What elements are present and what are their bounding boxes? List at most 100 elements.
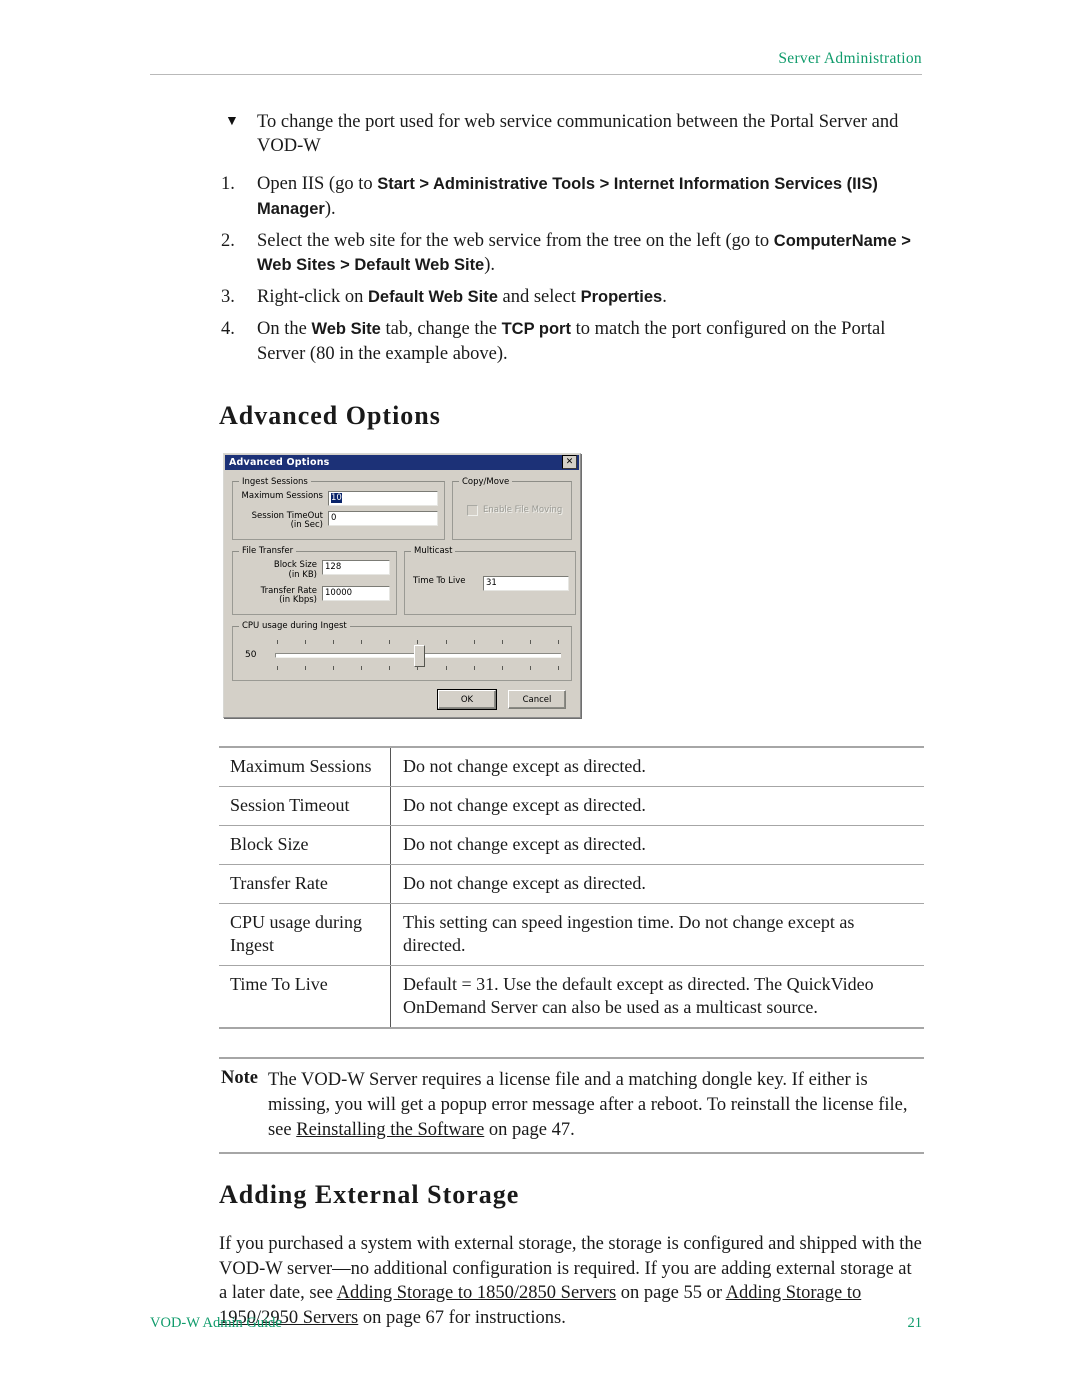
table-cell-setting-name: Block Size [219,825,391,866]
session-timeout-input[interactable]: 0 [328,510,438,526]
cpu-usage-slider-row: 50 [239,635,565,674]
group-multicast-legend: Multicast [414,546,453,557]
slider-tick [501,640,503,645]
table-cell-description: Default = 31. Use the default except as … [390,965,924,1030]
maximum-sessions-value: 10 [331,492,342,503]
table-row: Maximum Sessions Do not change except as … [219,746,924,788]
slider-tick [501,666,503,671]
transfer-rate-input[interactable]: 10000 [322,585,390,601]
table-cell-setting-name: CPU usage during Ingest [219,903,391,967]
task-heading: ▼ To change the port used for web servic… [219,110,924,158]
enable-file-moving-label: Enable File Moving [483,505,563,516]
advanced-options-figure: Advanced Options ✕ Ingest Sessions Maxim… [223,452,583,719]
step-number: 4. [221,319,235,339]
field-maximum-sessions: Maximum Sessions 10 [239,490,438,506]
group-cpu-usage: CPU usage during Ingest 50 [232,621,572,682]
page-running-footer: VOD-W Admin Guide 21 [150,1315,922,1332]
step-text: Select the web site for the web service … [257,231,911,276]
table-row: Time To Live Default = 31. Use the defaul… [219,965,924,1030]
slider-tick [445,666,447,671]
enable-file-moving-row[interactable]: Enable File Moving [467,504,565,516]
group-multicast: Multicast Time To Live 31 [404,546,576,616]
cpu-usage-value: 50 [245,650,257,661]
text-run: and select [497,287,581,308]
slider-tick [277,640,278,645]
page-content: ▼ To change the port used for web servic… [219,110,924,1335]
table-row: Block Size Do not change except as direct… [219,825,924,866]
dialog-title-bar: Advanced Options ✕ [225,454,579,470]
table-cell-description: Do not change except as directed. [390,746,924,788]
text-run: Select the web site for the web service … [257,230,774,251]
step-number: 2. [221,230,235,251]
group-copy-move-legend: Copy/Move [462,476,510,487]
table-cell-setting-name: Session Timeout [219,786,391,827]
table-cell-setting-name: Transfer Rate [219,864,391,905]
page-title-advanced-options: Advanced Options [219,400,441,430]
procedure-step: 3. Right-click on Default Web Site and se… [219,285,924,310]
transfer-rate-label-line2: (in Kbps) [279,595,317,606]
table-cell-description: Do not change except as directed. [390,786,924,827]
cpu-usage-slider[interactable] [275,638,561,672]
text-run: Right-click on [257,287,368,308]
table-cell-setting-name: Maximum Sessions [219,746,391,788]
note-label: Note [221,1068,258,1089]
ui-path-bold: Web Site [311,320,381,338]
close-icon[interactable]: ✕ [562,455,577,470]
field-block-size: Block Size (in KB) 128 [239,560,390,581]
step-number: 3. [221,287,235,308]
slider-tick [557,640,559,645]
text-run: ). [324,198,336,219]
field-transfer-rate: Transfer Rate (in Kbps) 10000 [239,585,390,607]
block-size-label: Block Size (in KB) [239,560,317,581]
text-run: . [662,287,667,308]
cross-reference-link[interactable]: Reinstalling the Software [296,1120,484,1140]
maximum-sessions-label: Maximum Sessions [241,490,323,501]
slider-tick [417,640,419,645]
ui-path-bold: Properties [580,288,663,307]
group-ingest-sessions: Ingest Sessions Maximum Sessions 10 Sess… [232,476,445,541]
header-rule [150,74,922,75]
step-text: Right-click on Default Web Site and sele… [257,287,667,307]
table-row: Session Timeout Do not change except as d… [219,786,924,827]
dialog-row-middle: File Transfer Block Size (in KB) 128 Tra… [232,546,576,616]
slider-tick [417,666,419,671]
slider-ticks-bottom [275,666,561,671]
text-run: On the [257,319,312,339]
ok-button[interactable]: OK [437,689,497,711]
dialog-button-row: OK Cancel [232,689,572,711]
table-cell-description: Do not change except as directed. [390,864,924,905]
procedure-step: 2. Select the web site for the web servic… [219,229,924,279]
text-run: ). [484,255,496,276]
procedure-steps: 1. Open IIS (go to Start > Administrative… [219,172,924,366]
group-file-transfer: File Transfer Block Size (in KB) 128 Tra… [232,546,397,616]
group-cpu-usage-legend: CPU usage during Ingest [242,621,347,632]
dialog-title-text: Advanced Options [229,456,330,468]
block-size-input[interactable]: 128 [322,560,390,576]
slider-thumb[interactable] [414,645,425,668]
running-head-text: Server Administration [778,50,922,67]
page-running-header: Server Administration [150,50,922,75]
transfer-rate-label: Transfer Rate (in Kbps) [239,586,317,607]
step-number: 1. [221,174,235,195]
table-cell-description: Do not change except as directed. [390,825,924,866]
slider-tick [557,666,559,671]
cancel-button[interactable]: Cancel [508,690,566,710]
slider-tick [305,640,307,645]
text-run: Open IIS (go to [257,174,378,195]
ui-path-bold: TCP port [501,320,571,338]
slider-tick [389,640,391,645]
cross-reference-link[interactable]: Adding Storage to 1850/2850 Servers [337,1283,617,1303]
note-block: Note The VOD-W Server requires a license… [219,1057,924,1155]
footer-page-number: 21 [907,1315,923,1331]
slider-tick [389,666,391,671]
slider-tick [361,666,363,671]
text-run: on page 47. [484,1119,575,1140]
step-text: Open IIS (go to Start > Administrative T… [257,174,878,219]
time-to-live-input[interactable]: 31 [483,576,569,592]
checkbox-icon[interactable] [467,504,478,516]
table-cell-description: This setting can speed ingestion time. D… [390,903,924,967]
slider-tick [333,666,335,671]
maximum-sessions-input[interactable]: 10 [328,490,438,506]
group-file-transfer-legend: File Transfer [242,546,294,557]
table-cell-setting-name: Time To Live [219,965,391,1030]
